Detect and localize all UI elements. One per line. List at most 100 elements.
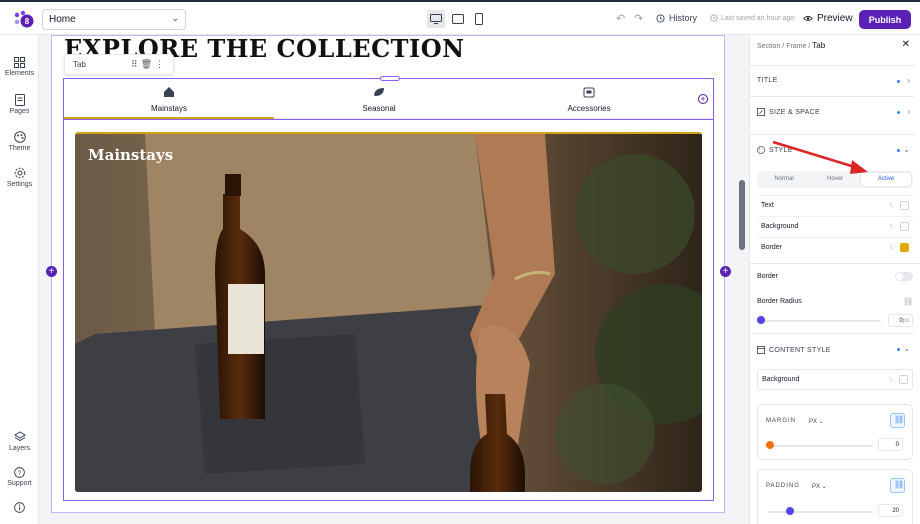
history-label: History [669, 13, 698, 23]
margin-link-button[interactable]: ⛓ [890, 413, 905, 428]
section-content-style[interactable]: CONTENT STYLE ⌄ [750, 333, 914, 364]
tab-accessories[interactable]: Accessories [484, 79, 694, 119]
add-tab-button[interactable]: + [698, 94, 708, 104]
rail-item-settings[interactable]: Settings [0, 167, 39, 188]
redo-icon[interactable]: ↷ [634, 12, 643, 25]
link-icon[interactable]: ⛓ [903, 297, 913, 306]
reset-icon[interactable]: ↻ [888, 376, 894, 384]
state-tab-normal[interactable]: Normal [759, 173, 809, 186]
add-section-left-button[interactable]: + [46, 266, 57, 277]
reset-icon[interactable]: ↻ [889, 202, 895, 210]
add-section-right-button[interactable]: + [720, 266, 731, 277]
section-label-text: CONTENT STYLE [769, 346, 831, 354]
reset-icon[interactable]: ↻ [889, 244, 895, 252]
tab-frame[interactable]: Mainstays Seasonal Accessories + Mainsta… [63, 76, 714, 501]
prop-border-color[interactable]: Border ↻ [757, 237, 913, 258]
close-icon[interactable]: ✕ [902, 39, 910, 50]
border-radius-slider[interactable] [759, 320, 881, 322]
breadcrumb-item[interactable]: Frame [786, 43, 806, 50]
rail-label: Elements [4, 70, 35, 77]
rail-label: Pages [9, 108, 30, 115]
help-icon: ? [14, 467, 25, 478]
element-tools: ⠿🗑⋮ [131, 59, 167, 70]
padding-unit: PX [812, 484, 821, 490]
rail-label: Support [7, 480, 32, 487]
rail-item-support[interactable]: ? Support [0, 467, 39, 487]
tab-mainstays[interactable]: Mainstays [64, 79, 274, 119]
padding-input[interactable]: 20 [878, 504, 903, 517]
top-toolbar: 8 Home ⌄ ↶ ↷ History Last saved an hour … [0, 0, 920, 35]
margin-unit-select[interactable]: PX ⌄ [809, 418, 824, 425]
palette-icon [757, 146, 765, 154]
more-icon[interactable]: ⋮ [155, 59, 167, 69]
prop-label: Border [761, 244, 783, 251]
section-label: CONTENT STYLE [757, 346, 831, 354]
rail-item-theme[interactable]: Theme [0, 131, 39, 152]
padding-link-button[interactable]: ⛓ [890, 478, 905, 493]
properties-panel: Section / Frame / Tab ✕ TITLE › SIZE & S… [749, 35, 920, 524]
section-title[interactable]: TITLE › [750, 65, 914, 96]
preview-button[interactable]: Preview [803, 13, 853, 24]
history-button[interactable]: History [656, 13, 697, 23]
margin-slider[interactable] [768, 445, 873, 447]
section-style[interactable]: STYLE ⌄ [750, 134, 914, 165]
chevron-down-icon: ⌄ [903, 344, 910, 353]
rail-item-elements[interactable]: Elements [0, 57, 39, 77]
margin-input[interactable]: 0 [878, 438, 903, 451]
page-icon [14, 94, 25, 106]
hero-image[interactable]: Mainstays [75, 132, 702, 492]
tablet-view-button[interactable] [449, 10, 467, 28]
prop-content-background[interactable]: Background ↻ [757, 369, 913, 390]
mobile-view-button[interactable] [470, 10, 488, 28]
state-tab-active[interactable]: Active [861, 173, 911, 186]
state-tab-hover[interactable]: Hover [810, 173, 860, 186]
prop-text-color[interactable]: Text ↻ [757, 195, 913, 216]
hero-title[interactable]: Mainstays [88, 146, 173, 164]
border-toggle[interactable] [895, 272, 913, 281]
drag-handle-icon[interactable]: ⠿ [131, 59, 141, 69]
page-select[interactable]: Home ⌄ [42, 9, 186, 30]
section-size-space[interactable]: SIZE & SPACE › [750, 96, 914, 127]
save-status-text: Last saved an hour ago [721, 14, 795, 22]
modified-dot [897, 348, 900, 351]
slider-knob[interactable] [766, 441, 774, 449]
left-rail: Elements Pages Theme Settings Layers ? S… [0, 35, 39, 524]
color-swatch[interactable] [900, 243, 909, 252]
padding-unit-select[interactable]: PX ⌄ [812, 483, 827, 490]
info-button[interactable] [0, 502, 39, 515]
undo-icon[interactable]: ↶ [616, 12, 625, 25]
color-swatch[interactable] [899, 375, 908, 384]
leaf-icon [374, 88, 384, 96]
border-radius-input[interactable]: 0px [888, 314, 913, 327]
reset-icon[interactable]: ↻ [889, 223, 895, 231]
desktop-view-button[interactable] [427, 10, 445, 28]
svg-text:?: ? [18, 470, 22, 477]
divider [750, 263, 920, 264]
slider-knob[interactable] [757, 316, 765, 324]
page-canvas[interactable]: EXPLORE THE COLLECTION Tab ⠿🗑⋮ Mainstays… [51, 35, 725, 513]
rail-item-pages[interactable]: Pages [0, 94, 39, 115]
slider-knob[interactable] [786, 507, 794, 515]
rail-item-layers[interactable]: Layers [0, 431, 39, 452]
canvas-scrollbar[interactable] [737, 35, 748, 524]
publish-button[interactable]: Publish [859, 10, 911, 29]
scrollbar-thumb[interactable] [739, 180, 745, 250]
preview-label: Preview [817, 13, 853, 24]
tab-content[interactable]: Mainstays [64, 119, 713, 499]
tab-seasonal[interactable]: Seasonal [274, 79, 484, 119]
app-logo-icon[interactable]: 8 [12, 10, 34, 28]
breadcrumb-item[interactable]: Section [757, 43, 780, 50]
padding-slider[interactable] [768, 511, 873, 513]
color-swatch[interactable] [900, 222, 909, 231]
element-toolbar[interactable]: Tab ⠿🗑⋮ [64, 54, 174, 75]
color-swatch[interactable] [900, 201, 909, 210]
tab-label: Accessories [567, 104, 611, 113]
chevron-right-icon: › [907, 76, 910, 85]
prop-label: Background [761, 223, 799, 230]
trash-icon[interactable]: 🗑 [141, 59, 155, 69]
palette-icon [13, 131, 26, 143]
save-status: Last saved an hour ago [710, 14, 794, 22]
history-icon [656, 13, 665, 23]
chevron-down-icon: ⌄ [903, 145, 910, 154]
prop-background-color[interactable]: Background ↻ [757, 216, 913, 237]
